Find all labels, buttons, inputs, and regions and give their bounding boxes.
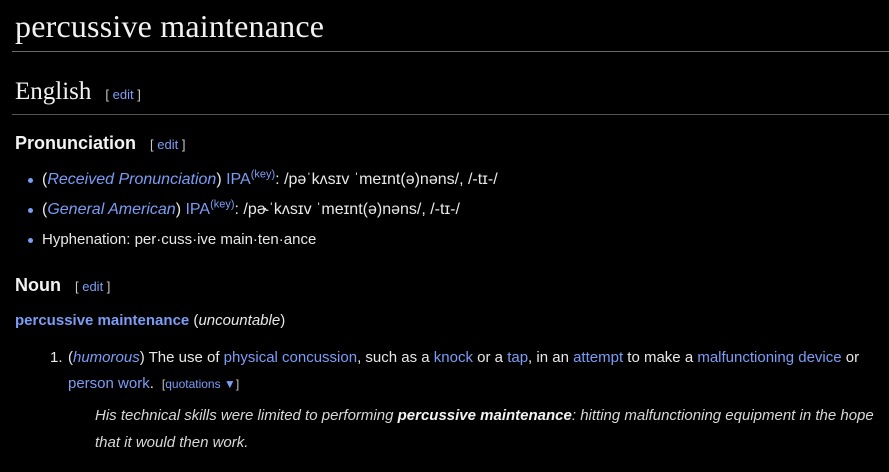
definition-text: The use of [148, 349, 220, 366]
noun-heading: Noun [ edit ] [15, 275, 110, 296]
bullet-icon [28, 238, 33, 243]
headword-line: percussive maintenance (uncountable) [15, 312, 286, 329]
accent-link-rp[interactable]: Received Pronunciation [47, 171, 216, 188]
bullet-icon [28, 208, 33, 213]
definition-text: to make a [627, 349, 694, 366]
noun-edit-link[interactable]: edit [82, 279, 103, 294]
link-malfunctioning-device[interactable]: malfunctioning device [697, 349, 841, 366]
noun-edit-section: [ edit ] [74, 279, 111, 294]
quotations-toggle-link[interactable]: quotations ▼ [165, 377, 236, 391]
language-heading-label: English [15, 78, 92, 105]
pronunciation-list: (Received Pronunciation) IPA(key): /pəˈk… [28, 169, 498, 259]
definition-text: . [149, 375, 154, 392]
ipa-link-rp[interactable]: IPA [226, 171, 251, 188]
language-edit-section: [ edit ] [105, 87, 141, 102]
ipa-transcription-ga: : /pɚˈkʌsɪv ˈmeɪnt(ə)nəns/, /-tɪ-/ [234, 201, 460, 218]
definition-text: , in an [528, 349, 569, 366]
link-physical-concussion[interactable]: physical concussion [224, 349, 357, 366]
hyphenation-item: Hyphenation: per·cuss·ive main·ten·ance [28, 229, 498, 259]
definition-text: or [845, 349, 860, 366]
page-title: percussive maintenance [15, 8, 325, 44]
definition-number: 1. [50, 349, 63, 366]
noun-heading-label: Noun [15, 275, 61, 295]
usage-example: His technical skills were limited to per… [95, 402, 885, 456]
pronunciation-heading-label: Pronunciation [15, 133, 136, 153]
quotations-toggle: [quotations ▼] [161, 377, 240, 391]
bullet-icon [28, 178, 33, 183]
ipa-transcription-rp: : /pəˈkʌsɪv ˈmeɪnt(ə)nəns/, /-tɪ-/ [275, 171, 498, 188]
example-headword: percussive maintenance [397, 407, 572, 424]
ipa-key-link-rp[interactable]: (key) [251, 169, 275, 181]
example-text: His technical skills were limited to per… [95, 407, 398, 424]
ipa-link-ga[interactable]: IPA [185, 201, 210, 218]
ipa-key-link-ga[interactable]: (key) [210, 199, 234, 211]
language-edit-link[interactable]: edit [113, 87, 134, 102]
link-knock[interactable]: knock [434, 349, 473, 366]
pronunciation-item-ga: (General American) IPA(key): /pɚˈkʌsɪv ˈ… [28, 199, 498, 229]
pronunciation-heading: Pronunciation [ edit ] [15, 133, 185, 154]
accent-link-ga[interactable]: General American [47, 201, 175, 218]
definition-body: (humorous) The use of physical concussio… [68, 349, 860, 392]
language-heading: English [ edit ] [15, 78, 141, 106]
language-divider [12, 114, 889, 115]
hyphenation-text: Hyphenation: per·cuss·ive main·ten·ance [42, 231, 317, 248]
label-humorous-link[interactable]: humorous [73, 349, 140, 366]
pronunciation-item-rp: (Received Pronunciation) IPA(key): /pəˈk… [28, 169, 498, 199]
definition-text: or a [477, 349, 504, 366]
link-person-work[interactable]: person work [68, 375, 150, 392]
link-tap[interactable]: tap [507, 349, 528, 366]
grammar-label: uncountable [198, 312, 281, 329]
pronunciation-edit-link[interactable]: edit [157, 137, 178, 152]
title-divider [12, 51, 889, 52]
definition-1: 1. (humorous) The use of physical concus… [50, 345, 880, 397]
pronunciation-edit-section: [ edit ] [150, 137, 186, 152]
headword-link[interactable]: percussive maintenance [15, 312, 189, 329]
link-attempt[interactable]: attempt [573, 349, 623, 366]
definition-text: , such as a [357, 349, 430, 366]
